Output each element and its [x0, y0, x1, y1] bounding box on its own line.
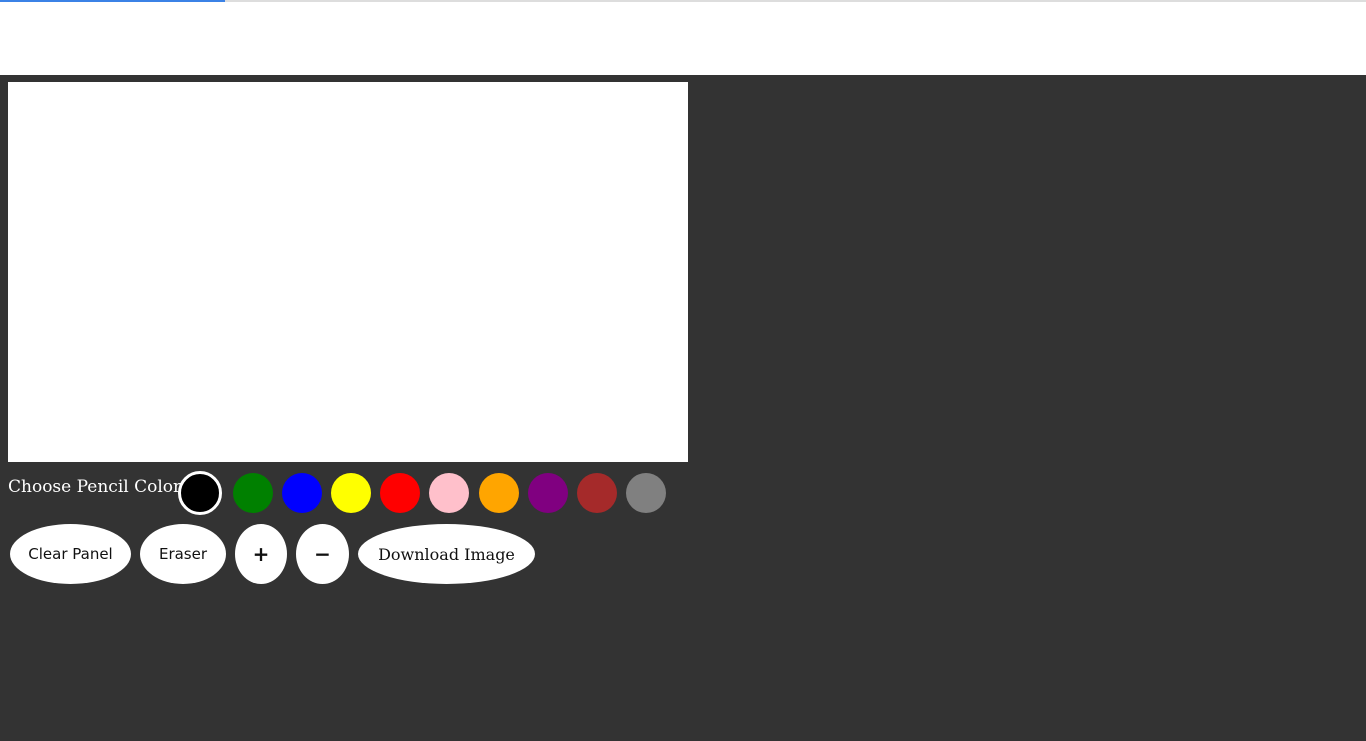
- color-swatch-blue[interactable]: [282, 473, 322, 513]
- color-swatch-green[interactable]: [233, 473, 273, 513]
- color-swatch-orange[interactable]: [479, 473, 519, 513]
- pencil-color-label: Choose Pencil Color: [8, 477, 182, 497]
- color-swatch-gray[interactable]: [626, 473, 666, 513]
- color-swatch-purple[interactable]: [528, 473, 568, 513]
- clear-panel-button[interactable]: Clear Panel: [10, 524, 131, 584]
- color-swatch-pink[interactable]: [429, 473, 469, 513]
- top-bar: [0, 0, 1366, 75]
- eraser-button[interactable]: Eraser: [140, 524, 226, 584]
- decrease-size-button[interactable]: −: [296, 524, 349, 584]
- color-swatch-black[interactable]: [178, 471, 222, 515]
- download-image-button[interactable]: Download Image: [358, 524, 535, 584]
- loading-progress-bar: [0, 0, 226, 2]
- color-swatch-red[interactable]: [380, 473, 420, 513]
- color-swatch-brown[interactable]: [577, 473, 617, 513]
- drawing-canvas[interactable]: [8, 82, 688, 462]
- loading-progress-track: [0, 0, 1366, 2]
- increase-size-button[interactable]: +: [235, 524, 287, 584]
- color-swatch-yellow[interactable]: [331, 473, 371, 513]
